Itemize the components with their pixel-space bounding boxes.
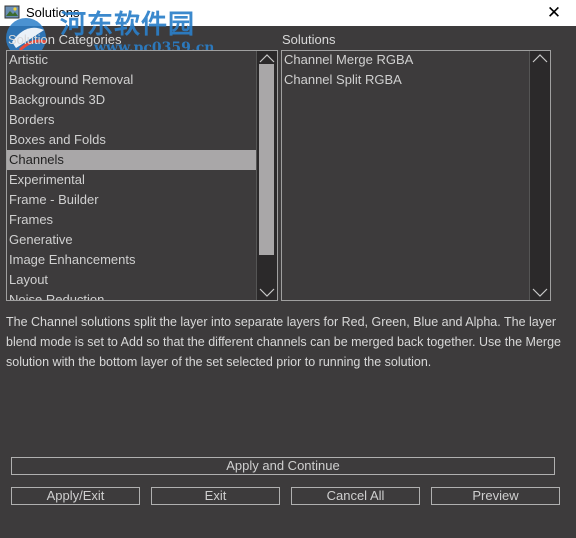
scroll-down-arrow-icon[interactable] [532,288,548,298]
apply-and-continue-button[interactable]: Apply and Continue [11,457,555,475]
scroll-up-arrow-icon[interactable] [532,53,548,63]
category-item[interactable]: Boxes and Folds [7,130,257,150]
solutions-list[interactable]: Channel Merge RGBA Channel Split RGBA [281,50,551,301]
solution-item[interactable]: Channel Merge RGBA [282,51,532,70]
close-icon: ✕ [546,3,562,22]
app-icon [4,5,20,19]
cancel-all-button[interactable]: Cancel All [291,487,420,505]
category-item[interactable]: Experimental [7,170,257,190]
title-bar: Solutions ✕ [0,0,576,26]
category-item[interactable]: Artistic [7,51,257,70]
scroll-up-arrow-icon[interactable] [259,53,275,63]
close-button[interactable]: ✕ [532,0,576,26]
exit-button[interactable]: Exit [151,487,280,505]
category-item[interactable]: Frames [7,210,257,230]
category-item[interactable]: Background Removal [7,70,257,90]
solutions-scrollbar[interactable] [529,51,550,300]
categories-label: Solution Categories [8,32,122,47]
category-item[interactable]: Frame - Builder [7,190,257,210]
category-item[interactable]: Channels [7,150,257,170]
window-title: Solutions [26,5,80,20]
category-item[interactable]: Image Enhancements [7,250,257,270]
categories-scrollbar[interactable] [256,51,277,300]
solution-description: The Channel solutions split the layer in… [6,315,561,369]
scroll-down-arrow-icon[interactable] [259,288,275,298]
apply-exit-button[interactable]: Apply/Exit [11,487,140,505]
categories-scroll-thumb[interactable] [259,64,274,255]
solution-item[interactable]: Channel Split RGBA [282,70,532,90]
category-item[interactable]: Noise Reduction [7,290,257,300]
category-item[interactable]: Borders [7,110,257,130]
preview-button[interactable]: Preview [431,487,560,505]
category-item[interactable]: Generative [7,230,257,250]
solutions-label: Solutions [282,32,336,47]
categories-list[interactable]: Artistic Background Removal Backgrounds 3D… [6,50,278,301]
category-item[interactable]: Layout [7,270,257,290]
category-item[interactable]: Backgrounds 3D [7,90,257,110]
